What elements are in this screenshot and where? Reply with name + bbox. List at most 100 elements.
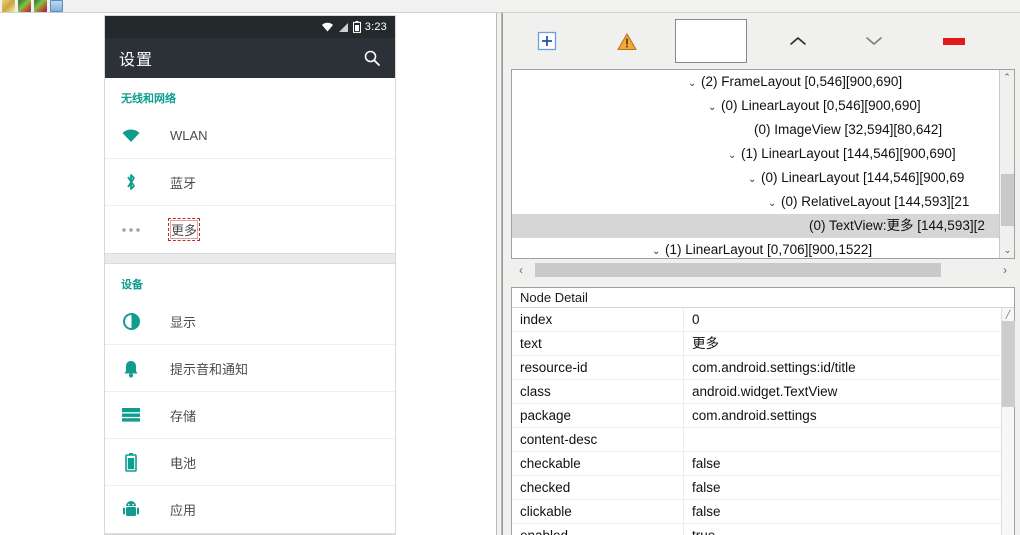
- detail-value: 更多: [692, 336, 719, 351]
- detail-value: [684, 428, 1001, 451]
- scrollbar-thumb[interactable]: [1002, 321, 1015, 407]
- detail-value: com.android.settings: [692, 408, 817, 423]
- inspector-toolbar: [503, 13, 1020, 69]
- tree-row[interactable]: (0) ImageView [32,594][80,642]: [512, 118, 999, 142]
- device-screenshot-panel[interactable]: 3:23 设置 无线和网络 WLAN 蓝牙 更多 设备 显示 提示音和通知 存储…: [104, 15, 396, 535]
- tree-row-label: (2) FrameLayout [0,546][900,690]: [701, 74, 903, 89]
- chevron-down-icon[interactable]: ⌄: [748, 168, 761, 192]
- scroll-down-arrow-icon[interactable]: ⌄: [1000, 243, 1015, 258]
- scroll-up-arrow-icon[interactable]: ⌃: [1000, 70, 1014, 85]
- app-icon-1[interactable]: [18, 0, 31, 12]
- search-icon[interactable]: [363, 49, 381, 67]
- table-row[interactable]: enabled true: [512, 524, 1001, 535]
- tree-vertical-scrollbar[interactable]: ⌃ ⌄: [999, 70, 1014, 258]
- detail-key: index: [512, 308, 684, 331]
- chevron-down-icon[interactable]: ⌄: [652, 240, 665, 258]
- detail-value: false: [692, 480, 721, 495]
- tree-row[interactable]: ⌄ (0) RelativeLayout [144,593][21: [512, 190, 999, 214]
- detail-value: true: [684, 524, 1001, 535]
- settings-row-label: 电池: [170, 455, 197, 471]
- detail-value: 0: [692, 312, 700, 327]
- detail-vertical-scrollbar[interactable]: ╱ ╲: [1001, 308, 1015, 535]
- scroll-up-arrow-icon[interactable]: ╱: [1002, 308, 1014, 321]
- detail-key: package: [512, 404, 684, 427]
- bluetooth-icon: [119, 170, 143, 194]
- tree-horizontal-scrollbar[interactable]: ‹ ›: [511, 259, 1015, 281]
- tree-row[interactable]: ⌄ (1) LinearLayout [0,706][900,1522]: [512, 238, 999, 258]
- tree-row-label: (0) RelativeLayout [144,593][21: [781, 194, 970, 209]
- detail-value: com.android.settings:id/title: [692, 360, 856, 375]
- scroll-right-arrow-icon[interactable]: ›: [995, 263, 1015, 277]
- tree-row-selected[interactable]: (0) TextView:更多 [144,593][2: [512, 214, 999, 238]
- settings-row-bluetooth[interactable]: 蓝牙: [105, 159, 395, 206]
- settings-row-label: WLAN: [170, 127, 208, 143]
- android-status-bar: 3:23: [105, 16, 395, 38]
- detail-key: content-desc: [512, 428, 684, 451]
- navigate-down-button[interactable]: [837, 19, 911, 63]
- settings-row-wlan[interactable]: WLAN: [105, 112, 395, 159]
- detail-key: class: [512, 380, 684, 403]
- wifi-icon: [119, 123, 143, 147]
- android-icon: [119, 498, 143, 522]
- stop-button[interactable]: [911, 19, 997, 63]
- chevron-down-icon[interactable]: ⌄: [728, 144, 741, 168]
- bell-icon: [119, 356, 143, 380]
- table-row[interactable]: class android.widget.TextView: [512, 380, 1001, 404]
- add-screenshot-icon: [537, 31, 557, 51]
- tree-row[interactable]: ⌄ (2) FrameLayout [0,546][900,690]: [512, 70, 999, 94]
- app-icon-2[interactable]: [34, 0, 47, 12]
- brightness-icon: [119, 309, 143, 333]
- page-title: 设置: [119, 52, 154, 69]
- table-row[interactable]: index 0: [512, 308, 1001, 332]
- settings-row-battery[interactable]: 电池: [105, 439, 395, 486]
- tree-row-label: (0) LinearLayout [0,546][900,690]: [721, 98, 921, 113]
- detail-key: resource-id: [512, 356, 684, 379]
- settings-row-apps[interactable]: 应用: [105, 486, 395, 533]
- chevron-down-icon[interactable]: ⌄: [768, 192, 781, 216]
- settings-row-label: 提示音和通知: [170, 361, 249, 377]
- scrollbar-track[interactable]: [531, 263, 995, 277]
- preview-field[interactable]: [675, 19, 747, 63]
- settings-row-label: 显示: [170, 314, 197, 330]
- settings-card-wireless: 无线和网络 WLAN 蓝牙 更多: [105, 78, 395, 253]
- table-row[interactable]: text 更多: [512, 332, 1001, 356]
- node-detail-panel: Node Detail index 0 text 更多 resource-id …: [511, 287, 1015, 535]
- scrollbar-thumb[interactable]: [1001, 174, 1014, 226]
- section-header-wireless: 无线和网络: [121, 93, 176, 105]
- settings-row-sound[interactable]: 提示音和通知: [105, 345, 395, 392]
- folder-icon[interactable]: [2, 0, 15, 12]
- device-screenshot-button[interactable]: [503, 19, 591, 63]
- os-taskbar: [0, 0, 1020, 13]
- table-row[interactable]: package com.android.settings: [512, 404, 1001, 428]
- scrollbar-thumb[interactable]: [535, 263, 941, 277]
- settings-row-label: 应用: [170, 503, 197, 518]
- tree-row[interactable]: ⌄ (1) LinearLayout [144,546][900,690]: [512, 142, 999, 166]
- card-divider: [105, 253, 395, 264]
- chevron-down-icon[interactable]: ⌄: [708, 96, 721, 120]
- table-row[interactable]: content-desc: [512, 428, 1001, 452]
- tree-row-label: (1) LinearLayout [0,706][900,1522]: [665, 242, 873, 257]
- tree-row[interactable]: ⌄ (0) LinearLayout [0,546][900,690]: [512, 94, 999, 118]
- table-row[interactable]: clickable false: [512, 500, 1001, 524]
- tree-row[interactable]: ⌄ (0) LinearLayout [144,546][900,69: [512, 166, 999, 190]
- inspector-panel: ⌄ (2) FrameLayout [0,546][900,690] ⌄ (0) L…: [502, 13, 1020, 535]
- settings-row-more[interactable]: 更多: [105, 206, 395, 253]
- chevron-down-icon[interactable]: ⌄: [688, 72, 701, 96]
- scroll-left-arrow-icon[interactable]: ‹: [511, 263, 531, 277]
- node-tree-panel[interactable]: ⌄ (2) FrameLayout [0,546][900,690] ⌄ (0) L…: [511, 69, 1015, 259]
- table-row[interactable]: resource-id com.android.settings:id/titl…: [512, 356, 1001, 380]
- warning-button[interactable]: [591, 19, 663, 63]
- settings-row-display[interactable]: 显示: [105, 298, 395, 345]
- tree-row-label: (0) LinearLayout [144,546][900,69: [761, 170, 965, 185]
- signal-icon: [338, 22, 348, 32]
- settings-row-label: 存储: [170, 408, 197, 424]
- window-icon[interactable]: [50, 0, 63, 12]
- node-detail-rows: index 0 text 更多 resource-id com.android.…: [512, 308, 1001, 535]
- table-row[interactable]: checked false: [512, 476, 1001, 500]
- navigate-up-button[interactable]: [759, 19, 837, 63]
- settings-row-storage[interactable]: 存储: [105, 392, 395, 439]
- table-row[interactable]: checkable false: [512, 452, 1001, 476]
- detail-key: enabled: [512, 524, 684, 535]
- detail-key: checkable: [512, 452, 684, 475]
- chevron-up-icon: [790, 37, 806, 45]
